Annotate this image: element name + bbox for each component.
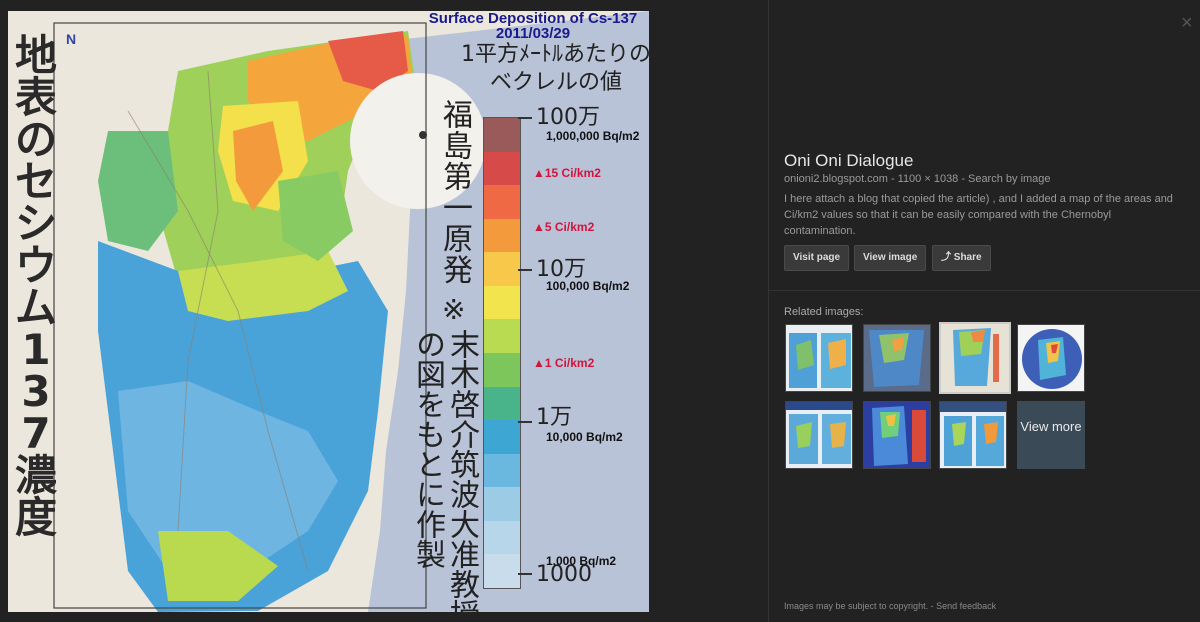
bq-label-1m: 1,000,000 Bq/m2 xyxy=(546,129,640,143)
scale-band xyxy=(484,285,520,320)
source-note: 末木啓介筑波大准教授の図をもとに作製 xyxy=(410,329,479,612)
scale-band xyxy=(484,218,520,253)
scale-band xyxy=(484,487,520,521)
scale-band xyxy=(484,386,520,421)
copyright-note: Images may be subject to copyright. xyxy=(784,601,929,611)
scale-label-1m: 100万 xyxy=(536,105,600,130)
contamination-map xyxy=(53,11,649,612)
image-dimensions: 1100 × 1038 xyxy=(897,173,959,185)
scale-tick xyxy=(518,117,532,119)
ci-label-5: ▲5 Ci/km2 xyxy=(533,220,595,234)
visit-page-button[interactable]: Visit page xyxy=(784,245,850,271)
scale-band xyxy=(484,319,520,353)
north-arrow-icon: N xyxy=(66,31,77,47)
scale-band xyxy=(484,420,520,454)
scale-band xyxy=(484,151,520,186)
source-domain[interactable]: onioni2.blogspot.com xyxy=(784,173,888,185)
ci-label-1: ▲1 Ci/km2 xyxy=(533,356,595,370)
search-by-image-link[interactable]: Search by image xyxy=(968,173,1051,185)
share-button[interactable]: ⤴ Share xyxy=(932,245,991,271)
scale-band xyxy=(484,554,520,588)
plant-label: 福島第一原発 xyxy=(437,99,472,285)
scale-band xyxy=(484,185,520,219)
meta-sep: - xyxy=(890,173,895,185)
main-image[interactable]: Surface Deposition of Cs-137 2011/03/29 … xyxy=(8,11,649,612)
close-icon[interactable]: × xyxy=(1181,13,1193,33)
image-meta: onioni2.blogspot.com -1100 × 1038- Search … xyxy=(784,173,1051,185)
section-divider xyxy=(769,290,1200,291)
ci-label-15: ▲15 Ci/km2 xyxy=(533,166,601,180)
related-thumbnail[interactable] xyxy=(939,401,1007,469)
scale-band xyxy=(484,252,520,286)
vertical-title: 地表のセシウム137濃度 xyxy=(14,31,57,542)
related-thumbnail[interactable] xyxy=(785,324,853,392)
scale-band xyxy=(484,520,520,555)
share-label: Share xyxy=(953,252,982,263)
scale-tick xyxy=(518,421,532,423)
scale-band xyxy=(484,118,520,152)
scale-tick xyxy=(518,269,532,271)
footer-sep: - xyxy=(930,601,934,611)
note-mark: ※ xyxy=(442,293,466,326)
color-scale xyxy=(483,117,521,589)
related-thumbnail[interactable] xyxy=(1017,324,1085,392)
map-overlay-title: Surface Deposition of Cs-137 2011/03/29 xyxy=(428,11,638,42)
view-more-button[interactable]: View more xyxy=(1017,401,1085,469)
scale-band xyxy=(484,352,520,387)
scale-label-10k: 1万 xyxy=(536,405,572,430)
related-thumbnail[interactable] xyxy=(863,401,931,469)
footer: Images may be subject to copyright. - Se… xyxy=(784,601,996,611)
related-thumbnail-selected[interactable] xyxy=(939,322,1011,394)
bq-label-10k: 10,000 Bq/m2 xyxy=(546,430,623,444)
image-title[interactable]: Oni Oni Dialogue xyxy=(784,151,913,171)
related-images-label: Related images: xyxy=(784,306,864,318)
scale-label-1k: 1000 xyxy=(536,562,592,587)
view-image-button[interactable]: View image xyxy=(854,245,927,271)
scale-label-100k: 10万 xyxy=(536,257,586,282)
related-thumbnail[interactable] xyxy=(785,401,853,469)
send-feedback-link[interactable]: Send feedback xyxy=(936,601,996,611)
image-description: I here attach a blog that copied the art… xyxy=(784,193,1173,237)
bq-label-100k: 100,000 Bq/m2 xyxy=(546,279,630,293)
scale-band xyxy=(484,453,520,488)
share-icon: ⤴ xyxy=(941,252,954,263)
meta-sep: - xyxy=(961,173,965,185)
related-thumbnail[interactable] xyxy=(863,324,931,392)
legend-heading: 1平方ﾒｰﾄﾙあたりの ベクレルの値 xyxy=(461,42,649,95)
scale-tick xyxy=(518,573,532,575)
